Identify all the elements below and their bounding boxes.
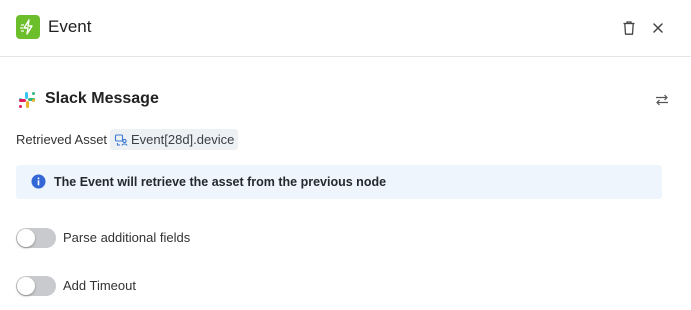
toggle-knob (17, 229, 35, 247)
delete-button[interactable] (616, 15, 642, 41)
event-panel: Event Slack Message Retrieved Asset Even… (0, 0, 691, 310)
parse-additional-fields-toggle[interactable] (16, 228, 56, 248)
retrieved-asset-value: Event[28d].device (131, 132, 235, 147)
swap-integration-button[interactable] (652, 90, 672, 110)
toggle-knob (17, 277, 35, 295)
panel-header: Event (0, 0, 691, 57)
asset-reference-icon (114, 133, 128, 146)
add-timeout-toggle[interactable] (16, 276, 56, 296)
retrieved-asset-chip[interactable]: Event[28d].device (110, 129, 239, 150)
info-icon (31, 174, 46, 189)
add-timeout-label: Add Timeout (63, 278, 136, 293)
panel-title: Event (48, 17, 92, 36)
integration-name: Slack Message (45, 90, 159, 107)
info-banner: The Event will retrieve the asset from t… (16, 165, 662, 199)
trash-icon (623, 21, 635, 35)
parse-additional-fields-label: Parse additional fields (63, 230, 191, 245)
close-button[interactable] (645, 15, 671, 41)
event-lightning-icon (16, 15, 40, 39)
slack-logo-icon (18, 91, 36, 109)
swap-arrows-icon (656, 94, 668, 106)
retrieved-asset-label: Retrieved Asset (16, 132, 108, 147)
close-icon (653, 23, 663, 33)
info-banner-text: The Event will retrieve the asset from t… (54, 175, 387, 189)
